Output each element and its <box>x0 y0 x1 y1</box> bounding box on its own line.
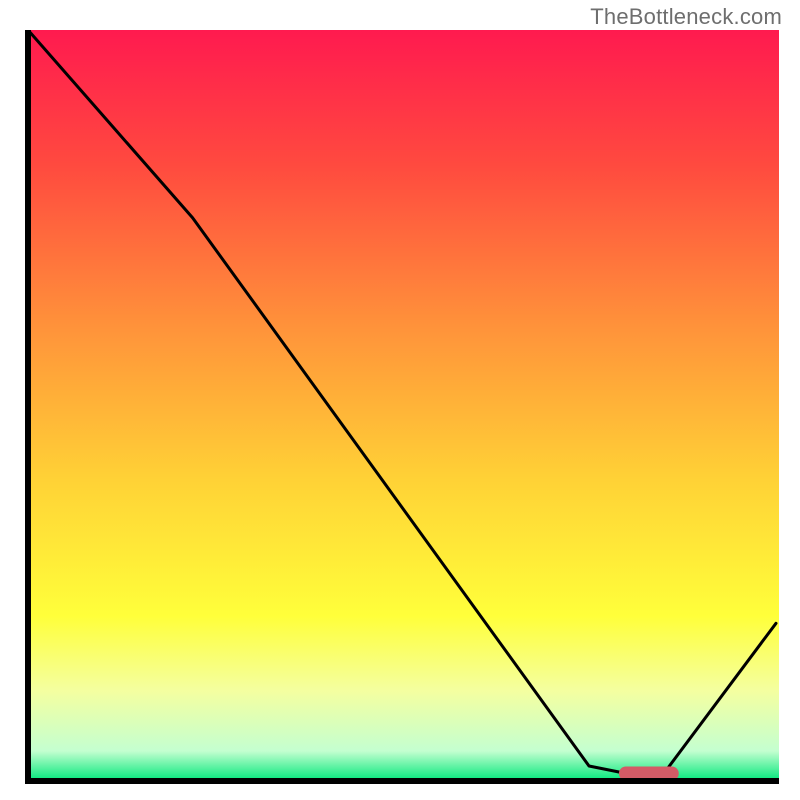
bottleneck-chart <box>25 30 779 784</box>
chart-container: TheBottleneck.com <box>0 0 800 800</box>
gradient-background <box>28 30 779 781</box>
plot-area <box>25 30 779 784</box>
watermark-text: TheBottleneck.com <box>590 4 782 30</box>
